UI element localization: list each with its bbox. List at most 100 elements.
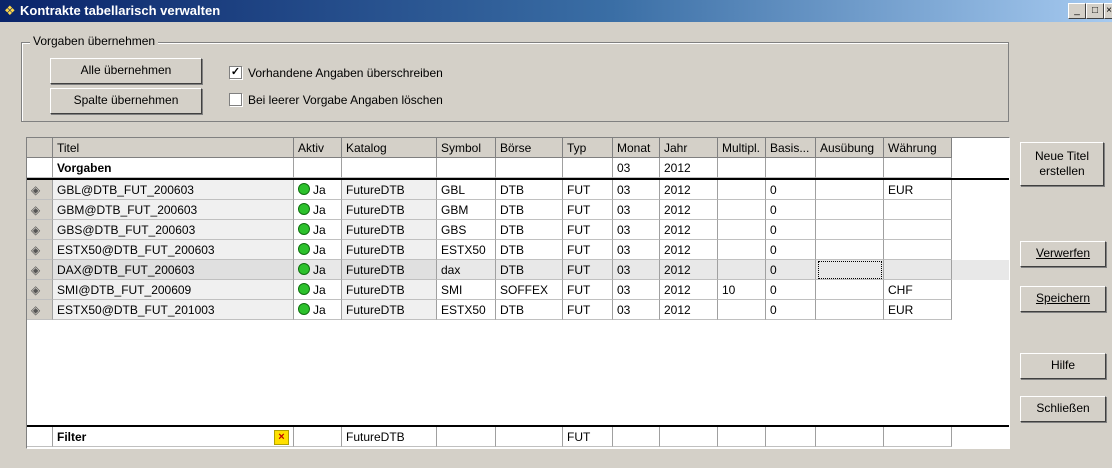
cell-symbol[interactable]: GBS [437, 220, 496, 240]
filter-multipl[interactable] [718, 427, 766, 447]
cell-ausuebung[interactable] [816, 280, 884, 300]
focused-cell-ausuebung[interactable] [818, 261, 882, 279]
cell-ausuebung[interactable] [816, 240, 884, 260]
cell-jahr[interactable]: 2012 [660, 180, 718, 200]
vorgaben-monat[interactable]: 03 [613, 158, 660, 178]
spalte-uebernehmen-button[interactable]: Spalte übernehmen [50, 88, 202, 114]
cell-jahr[interactable]: 2012 [660, 220, 718, 240]
minimize-button[interactable]: _ [1068, 3, 1086, 19]
cell-katalog[interactable]: FutureDTB [342, 200, 437, 220]
cell-multipl[interactable] [718, 180, 766, 200]
cell-titel[interactable]: GBL@DTB_FUT_200603 [53, 180, 294, 200]
cell-katalog[interactable]: FutureDTB [342, 180, 437, 200]
cell-titel[interactable]: GBM@DTB_FUT_200603 [53, 200, 294, 220]
cell-basis[interactable]: 0 [766, 280, 816, 300]
table-row[interactable]: ◈ DAX@DTB_FUT_200603 Ja FutureDTB dax DTB FUT 0… [27, 260, 1009, 280]
speichern-button[interactable]: Speichern [1020, 286, 1106, 312]
cell-waehrung[interactable] [884, 260, 952, 280]
column-header[interactable]: Aktiv [294, 138, 342, 158]
cell-symbol[interactable]: GBM [437, 200, 496, 220]
table-row[interactable]: ◈ GBM@DTB_FUT_200603 Ja FutureDTB GBM DTB FUT 0… [27, 200, 1009, 220]
cell-katalog[interactable]: FutureDTB [342, 260, 437, 280]
filter-waehrung[interactable] [884, 427, 952, 447]
cell-aktiv[interactable]: Ja [294, 200, 342, 220]
filter-boerse[interactable] [496, 427, 563, 447]
cell-monat[interactable]: 03 [613, 200, 660, 220]
column-header[interactable]: Basis... [766, 138, 816, 158]
cell-jahr[interactable]: 2012 [660, 300, 718, 320]
vorgaben-boerse[interactable] [496, 158, 563, 178]
cell-multipl[interactable] [718, 240, 766, 260]
cell-symbol[interactable]: ESTX50 [437, 300, 496, 320]
cell-aktiv[interactable]: Ja [294, 220, 342, 240]
column-header[interactable]: Titel [53, 138, 294, 158]
cell-symbol[interactable]: SMI [437, 280, 496, 300]
cell-boerse[interactable]: DTB [496, 260, 563, 280]
cell-aktiv[interactable]: Ja [294, 300, 342, 320]
row-selector[interactable]: ◈ [27, 280, 53, 300]
cell-waehrung[interactable] [884, 240, 952, 260]
column-header[interactable]: Monat [613, 138, 660, 158]
cell-boerse[interactable]: DTB [496, 180, 563, 200]
maximize-button[interactable]: □ [1086, 3, 1104, 19]
table-row[interactable]: ◈ SMI@DTB_FUT_200609 Ja FutureDTB SMI SOFFEX F… [27, 280, 1009, 300]
alle-uebernehmen-button[interactable]: Alle übernehmen [50, 58, 202, 84]
cell-jahr[interactable]: 2012 [660, 200, 718, 220]
schliessen-button[interactable]: Schließen [1020, 396, 1106, 422]
row-selector[interactable]: ◈ [27, 240, 53, 260]
cell-typ[interactable]: FUT [563, 240, 613, 260]
close-button[interactable]: × [1104, 3, 1112, 19]
clear-filter-icon[interactable]: × [274, 430, 289, 445]
column-header[interactable]: Währung [884, 138, 952, 158]
cell-aktiv[interactable]: Ja [294, 180, 342, 200]
cell-monat[interactable]: 03 [613, 180, 660, 200]
vorgaben-katalog[interactable] [342, 158, 437, 178]
cell-basis[interactable]: 0 [766, 260, 816, 280]
cell-multipl[interactable] [718, 300, 766, 320]
cell-ausuebung[interactable] [816, 200, 884, 220]
cell-titel[interactable]: DAX@DTB_FUT_200603 [53, 260, 294, 280]
table-row[interactable]: ◈ ESTX50@DTB_FUT_201003 Ja FutureDTB ESTX50 D… [27, 300, 1009, 320]
cell-aktiv[interactable]: Ja [294, 260, 342, 280]
column-header[interactable]: Multipl. [718, 138, 766, 158]
vorgaben-aktiv[interactable] [294, 158, 342, 178]
cell-boerse[interactable]: DTB [496, 240, 563, 260]
vorgaben-basis[interactable] [766, 158, 816, 178]
filter-basis[interactable] [766, 427, 816, 447]
cell-typ[interactable]: FUT [563, 280, 613, 300]
table-row[interactable]: ◈ ESTX50@DTB_FUT_200603 Ja FutureDTB ESTX50 D… [27, 240, 1009, 260]
cell-waehrung[interactable]: CHF [884, 280, 952, 300]
vorgaben-symbol[interactable] [437, 158, 496, 178]
column-header[interactable]: Börse [496, 138, 563, 158]
cell-multipl[interactable]: 10 [718, 280, 766, 300]
neue-titel-erstellen-button[interactable]: Neue Titel erstellen [1020, 142, 1104, 186]
cell-monat[interactable]: 03 [613, 260, 660, 280]
cell-jahr[interactable]: 2012 [660, 280, 718, 300]
filter-aktiv[interactable] [294, 427, 342, 447]
row-selector[interactable]: ◈ [27, 220, 53, 240]
column-header[interactable]: Symbol [437, 138, 496, 158]
vorgaben-waehrung[interactable] [884, 158, 952, 178]
delete-empty-checkbox[interactable] [229, 93, 242, 106]
column-header[interactable]: Ausübung [816, 138, 884, 158]
cell-multipl[interactable] [718, 260, 766, 280]
filter-jahr[interactable] [660, 427, 718, 447]
cell-ausuebung[interactable] [816, 220, 884, 240]
hilfe-button[interactable]: Hilfe [1020, 353, 1106, 379]
row-selector[interactable]: ◈ [27, 260, 53, 280]
column-header[interactable]: Katalog [342, 138, 437, 158]
cell-monat[interactable]: 03 [613, 220, 660, 240]
cell-monat[interactable]: 03 [613, 300, 660, 320]
cell-boerse[interactable]: SOFFEX [496, 280, 563, 300]
cell-titel[interactable]: SMI@DTB_FUT_200609 [53, 280, 294, 300]
filter-typ[interactable]: FUT [563, 427, 613, 447]
row-selector[interactable]: ◈ [27, 180, 53, 200]
cell-jahr[interactable]: 2012 [660, 260, 718, 280]
cell-basis[interactable]: 0 [766, 240, 816, 260]
filter-monat[interactable] [613, 427, 660, 447]
cell-katalog[interactable]: FutureDTB [342, 300, 437, 320]
cell-katalog[interactable]: FutureDTB [342, 280, 437, 300]
column-header[interactable]: Jahr [660, 138, 718, 158]
cell-waehrung[interactable]: EUR [884, 180, 952, 200]
cell-katalog[interactable]: FutureDTB [342, 240, 437, 260]
